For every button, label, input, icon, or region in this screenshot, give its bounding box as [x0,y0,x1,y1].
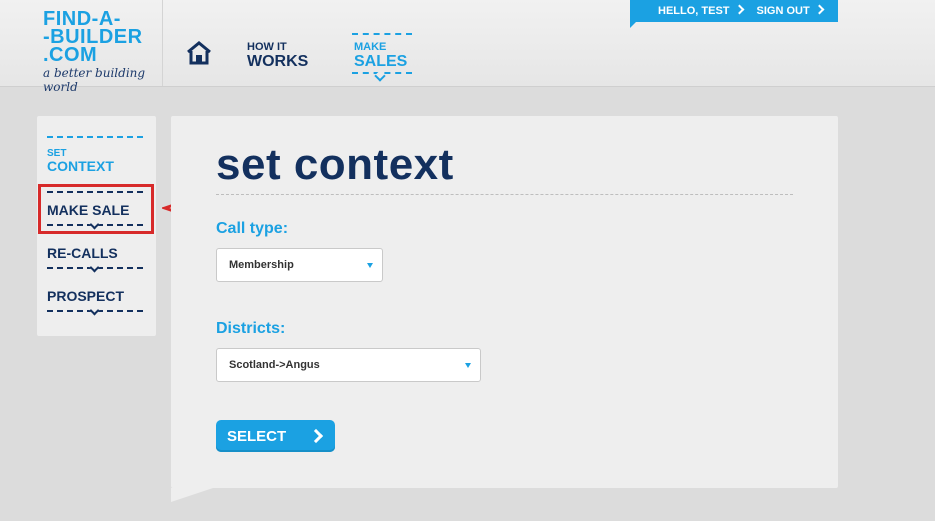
chevron-right-icon [814,4,825,15]
title-divider [216,194,793,195]
logo-tagline: a better building world [43,66,146,94]
chevron-right-icon [734,4,744,15]
sidebar-item-set-context[interactable]: SET CONTEXT [47,134,143,174]
panel-notch [171,488,213,502]
select-button[interactable]: SELECT [216,420,335,452]
caret-down-icon [465,363,471,368]
chevron-down-icon [89,219,100,230]
sidebar-make-label: MAKE SALE [47,202,130,218]
call-type-value: Membership [229,259,294,271]
sidebar-dash [47,191,143,193]
user-greeting-label: HELLO, TEST [658,5,730,17]
chevron-down-icon [89,305,100,316]
nav-active-dash-top [352,33,412,35]
districts-label: Districts: [216,320,286,337]
call-type-label: Call type: [216,220,289,237]
header-divider [162,0,163,86]
call-type-select[interactable]: Membership [216,248,383,282]
sidebar-recalls-label: RE-CALLS [47,245,118,261]
site-logo[interactable]: FIND-A- -BUILDER .COM a better building … [43,9,161,94]
caret-down-icon [367,263,373,268]
sidebar-prospect-label: PROSPECT [47,288,125,304]
districts-value: Scotland->Angus [229,359,320,371]
nav-make-small: MAKE [354,41,387,53]
sign-out-label: SIGN OUT [756,5,810,17]
sign-out-link[interactable]: SIGN OUT [756,4,825,17]
nav-how-small: HOW IT [247,41,287,53]
select-button-label: SELECT [227,427,287,445]
user-bar-tail [630,22,636,28]
nav-how-big: WORKS [247,53,309,70]
nav-make-big: SALES [354,53,408,70]
sidebar-context-big: CONTEXT [47,158,114,174]
chevron-right-icon [308,428,324,444]
user-bar: HELLO, TEST SIGN OUT [630,0,838,28]
page-title: set context [216,140,454,189]
districts-select[interactable]: Scotland->Angus [216,348,481,382]
nav-how-it-works[interactable]: HOW IT WORKS [247,41,308,71]
home-icon[interactable] [186,40,212,66]
site-header: FIND-A- -BUILDER .COM a better building … [0,0,935,94]
chevron-down-icon [89,262,100,273]
sidebar-dash [47,136,143,138]
user-greeting[interactable]: HELLO, TEST [658,4,744,17]
sidebar: SET CONTEXT MAKE SALE RE-CALLS PROSPECT [37,116,156,336]
main-panel: set context Call type: Membership Distri… [171,116,838,488]
nav-make-sales[interactable]: MAKE SALES [352,33,412,82]
logo-line-3: .COM [43,44,98,66]
